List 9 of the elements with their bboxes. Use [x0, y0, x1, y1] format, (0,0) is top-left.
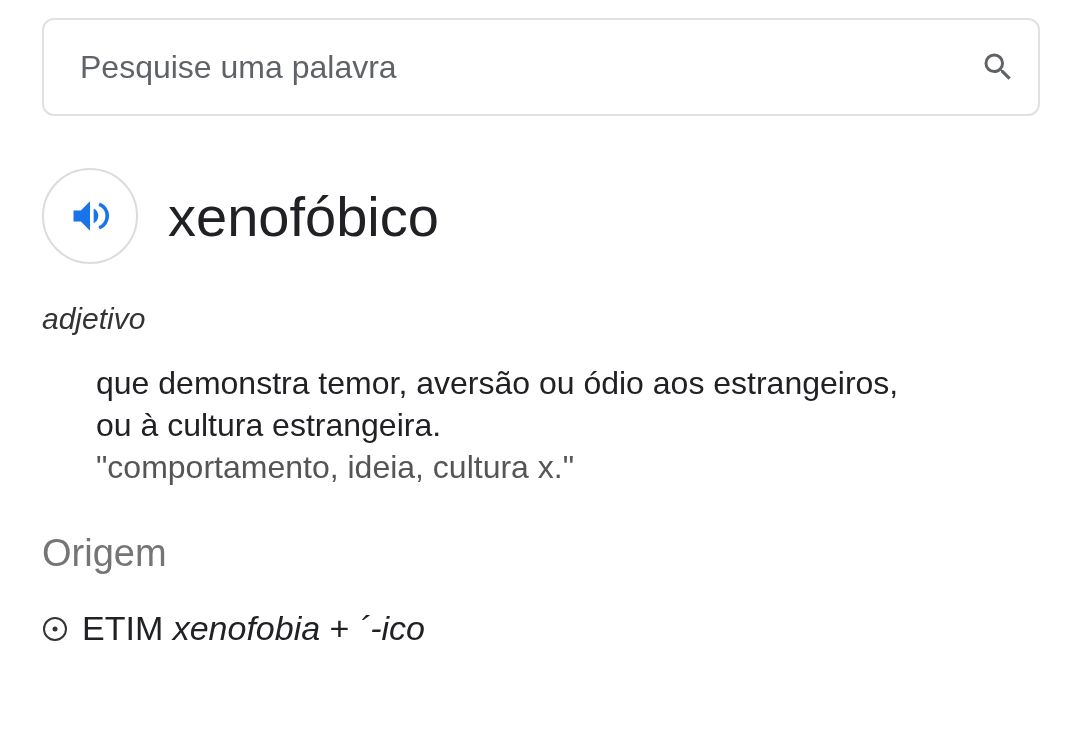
search-field[interactable]: Pesquise uma palavra	[78, 47, 980, 87]
origin-heading: Origem	[42, 532, 168, 575]
search-bar[interactable]: Pesquise uma palavra	[42, 18, 1040, 116]
definition-text: que demonstra temor, aversão ou ódio aos estrangeiros, ou à cultura estrangeira.	[96, 364, 900, 445]
part-of-speech: adjetivo	[42, 302, 147, 336]
headword: xenofóbico	[168, 183, 439, 249]
etymology-text: ETIM xenofobia + ´-ico	[82, 609, 425, 648]
example-text: "comportamento, ideia, cultura x."	[96, 448, 576, 487]
circled-dot-icon	[42, 615, 68, 642]
